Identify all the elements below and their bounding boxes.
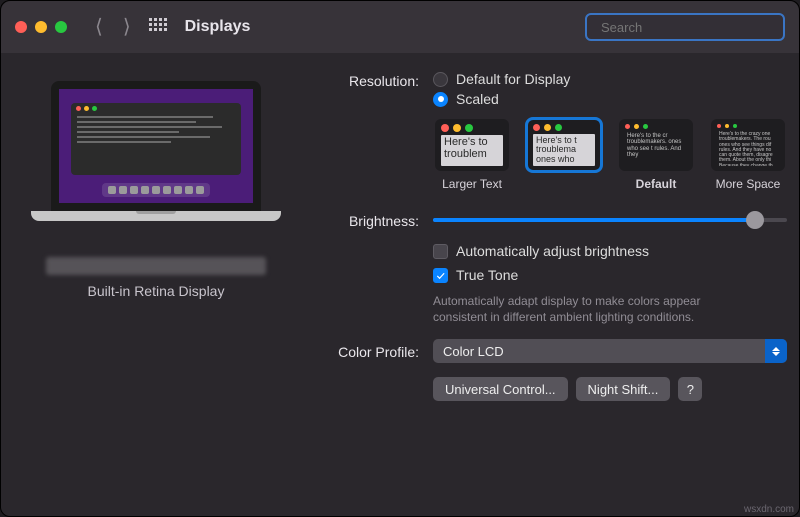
device-thumbnail[interactable] [31, 81, 281, 241]
resolution-label: Resolution: [311, 71, 419, 89]
thumb-caption: More Space [716, 177, 781, 191]
device-name-redacted [46, 257, 266, 275]
brightness-label: Brightness: [311, 211, 419, 229]
checkbox-label: Automatically adjust brightness [456, 243, 649, 259]
true-tone-checkbox[interactable]: True Tone [433, 267, 787, 283]
checkbox-icon [433, 244, 448, 259]
radio-label: Scaled [456, 91, 499, 107]
resolution-thumbnails: Here's to troublem Larger Text Here's to… [433, 119, 787, 191]
select-value: Color LCD [443, 344, 504, 359]
close-window-button[interactable] [15, 21, 27, 33]
radio-icon [433, 72, 448, 87]
thumb-more-space[interactable]: Here's to the crazy one troublemakers. T… [709, 119, 787, 191]
window-title: Displays [185, 18, 251, 36]
resolution-row: Resolution: Default for Display Scaled [311, 71, 787, 107]
auto-brightness-checkbox[interactable]: Automatically adjust brightness [433, 243, 787, 259]
chevron-updown-icon [765, 339, 787, 363]
color-profile-row: Color Profile: Color LCD [311, 339, 787, 363]
thumb-default[interactable]: Here's to the cr troublemakers. ones who… [617, 119, 695, 191]
forward-button[interactable]: ⟩ [123, 17, 131, 37]
radio-scaled[interactable]: Scaled [433, 91, 570, 107]
sidebar: Built-in Retina Display [1, 53, 311, 516]
preferences-window: ⟨ ⟩ Displays [0, 0, 800, 517]
minimize-window-button[interactable] [35, 21, 47, 33]
search-field[interactable] [585, 13, 785, 41]
content: Built-in Retina Display Resolution: Defa… [1, 53, 799, 516]
traffic-lights [15, 21, 67, 33]
show-all-icon[interactable] [149, 18, 167, 36]
universal-control-button[interactable]: Universal Control... [433, 377, 568, 401]
bottom-buttons: Universal Control... Night Shift... ? [433, 377, 787, 401]
checkbox-label: True Tone [456, 267, 518, 283]
radio-default-for-display[interactable]: Default for Display [433, 71, 570, 87]
main-panel: Resolution: Default for Display Scaled H… [311, 53, 800, 516]
night-shift-button[interactable]: Night Shift... [576, 377, 671, 401]
checkbox-icon [433, 268, 448, 283]
help-button[interactable]: ? [678, 377, 702, 401]
slider-knob[interactable] [746, 211, 764, 229]
back-button[interactable]: ⟨ [95, 17, 103, 37]
thumb-mid[interactable]: Here's to t troublema ones who [525, 119, 603, 191]
titlebar: ⟨ ⟩ Displays [1, 1, 799, 53]
color-profile-label: Color Profile: [311, 342, 419, 360]
radio-label: Default for Display [456, 71, 570, 87]
watermark: wsxdn.com [744, 504, 794, 515]
search-input[interactable] [601, 20, 777, 35]
thumb-caption: Default [636, 177, 677, 191]
brightness-row: Brightness: [311, 211, 787, 229]
radio-icon [433, 92, 448, 107]
thumb-caption: Larger Text [442, 177, 502, 191]
color-profile-select[interactable]: Color LCD [433, 339, 787, 363]
nav-buttons: ⟨ ⟩ [95, 17, 131, 37]
zoom-window-button[interactable] [55, 21, 67, 33]
brightness-slider[interactable] [433, 211, 787, 229]
true-tone-description: Automatically adapt display to make colo… [433, 293, 743, 325]
resolution-radios: Default for Display Scaled [433, 71, 570, 107]
brightness-options: Automatically adjust brightness True Ton… [433, 243, 787, 325]
thumb-larger-text[interactable]: Here's to troublem Larger Text [433, 119, 511, 191]
device-label: Built-in Retina Display [88, 283, 225, 299]
